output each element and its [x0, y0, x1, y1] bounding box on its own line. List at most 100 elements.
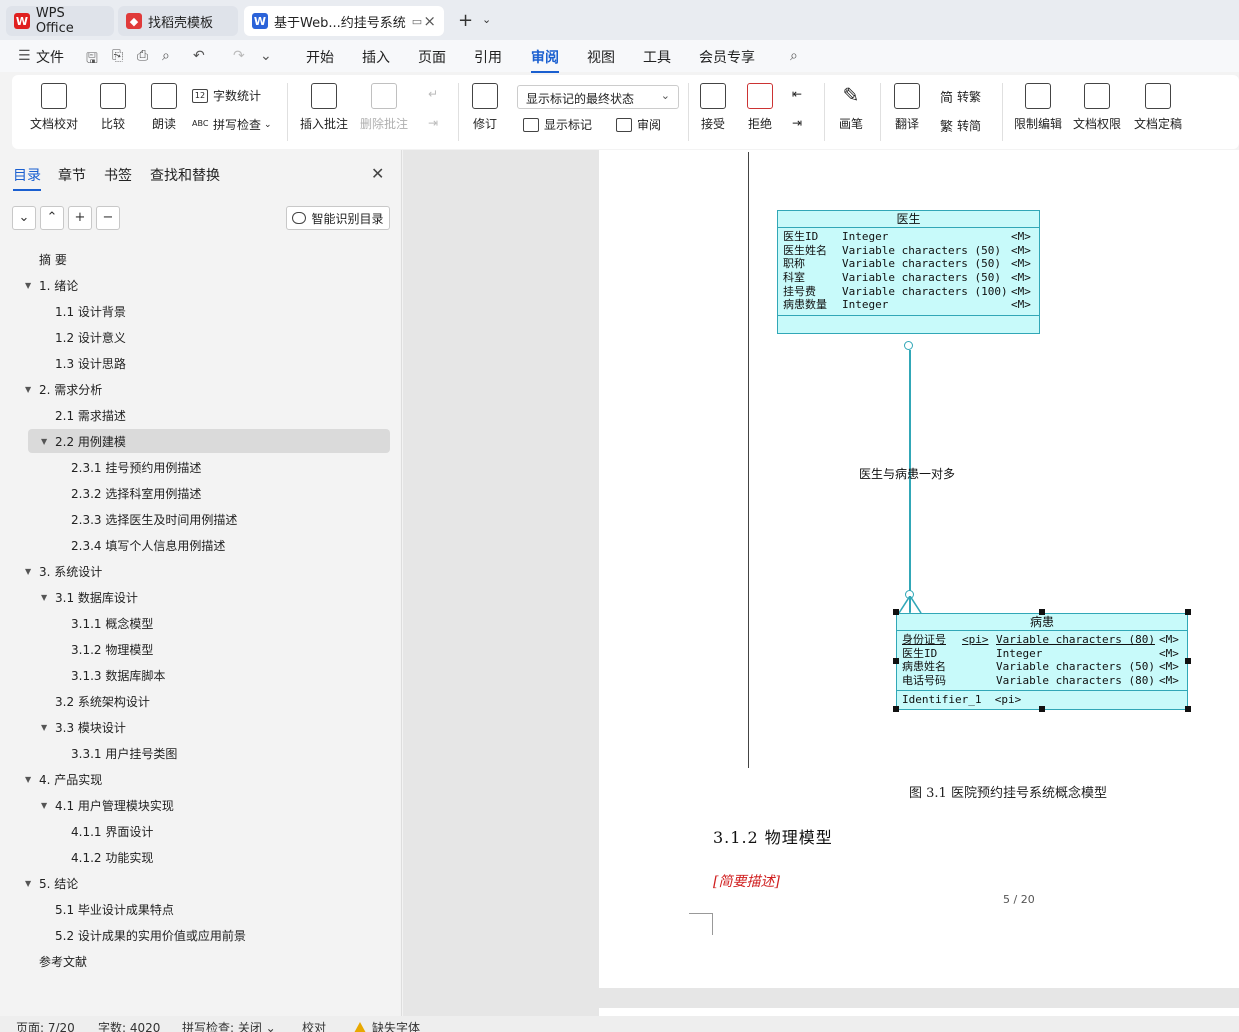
selection-handle[interactable]: [893, 658, 899, 664]
translate-button[interactable]: 翻译: [894, 83, 920, 132]
new-tab-icon[interactable]: +: [458, 10, 473, 31]
close-tab-icon[interactable]: ×: [423, 12, 436, 30]
reject-button[interactable]: 拒绝: [747, 83, 773, 132]
redo-icon[interactable]: ↷: [233, 48, 245, 64]
spell-check-button[interactable]: ABC 拼写检查 ⌄: [192, 116, 272, 133]
search-icon[interactable]: ⌕: [790, 48, 798, 64]
review-pane-button[interactable]: 审阅: [616, 116, 661, 133]
status-page[interactable]: 页面: 7/20: [16, 1019, 75, 1032]
menu-view[interactable]: 视图: [587, 47, 615, 67]
selection-handle[interactable]: [1185, 706, 1191, 712]
toc-item[interactable]: 1.2 设计意义: [28, 325, 390, 349]
chevron-down-icon[interactable]: ⌄: [482, 13, 491, 26]
close-icon[interactable]: ✕: [371, 164, 384, 183]
print-icon[interactable]: ⎙: [137, 48, 148, 64]
toc-item[interactable]: ▼ 3.1 数据库设计: [28, 585, 390, 609]
print-preview-icon[interactable]: ⌕: [162, 48, 170, 64]
toc-item[interactable]: 3.3.1 用户挂号类图: [28, 741, 390, 765]
menu-home[interactable]: 开始: [306, 47, 334, 67]
toc-item[interactable]: 1.1 设计背景: [28, 299, 390, 323]
toc-item[interactable]: 3.1.3 数据库脚本: [28, 663, 390, 687]
toc-item[interactable]: 1.3 设计思路: [28, 351, 390, 375]
selection-handle[interactable]: [1185, 609, 1191, 615]
toc-item[interactable]: 摘 要: [28, 247, 390, 271]
tab-wps-office[interactable]: W WPS Office: [6, 6, 114, 36]
selection-handle[interactable]: [1039, 706, 1045, 712]
nav-tab-bookmarks[interactable]: 书签: [104, 165, 132, 185]
save-icon[interactable]: 🖫: [86, 48, 98, 72]
toc-item[interactable]: ▼ 3.3 模块设计: [28, 715, 390, 739]
menu-insert[interactable]: 插入: [362, 47, 390, 67]
next-comment-icon[interactable]: ⇥: [428, 116, 438, 130]
expand-triangle-icon[interactable]: ▼: [41, 437, 47, 446]
toc-item[interactable]: 5.1 毕业设计成果特点: [28, 897, 390, 921]
more-chevron-icon[interactable]: ⌄: [260, 48, 272, 64]
toc-item[interactable]: 4.1.2 功能实现: [28, 845, 390, 869]
toc-item[interactable]: 2.3.1 挂号预约用例描述: [28, 455, 390, 479]
menu-file[interactable]: 文件: [36, 47, 64, 67]
expand-triangle-icon[interactable]: ▼: [25, 385, 31, 394]
menu-review[interactable]: 审阅: [531, 47, 559, 73]
toc-item[interactable]: 3.1.1 概念模型: [28, 611, 390, 635]
selection-handle[interactable]: [1039, 609, 1045, 615]
toc-item[interactable]: 4.1.1 界面设计: [28, 819, 390, 843]
toc-item[interactable]: 3.1.2 物理模型: [28, 637, 390, 661]
next-change-icon[interactable]: ⇥: [792, 116, 802, 130]
doc-finalize-button[interactable]: 文档定稿: [1134, 83, 1182, 132]
selection-handle[interactable]: [893, 609, 899, 615]
prev-comment-icon[interactable]: ↵: [428, 87, 438, 101]
hamburger-icon[interactable]: ☰: [18, 48, 31, 64]
prev-change-icon[interactable]: ⇤: [792, 87, 802, 101]
collapse-up-icon[interactable]: ⌃: [40, 206, 64, 230]
toc-item[interactable]: ▼ 2.2 用例建模: [28, 429, 390, 453]
to-simplified-button[interactable]: 繁 转简: [940, 116, 981, 135]
entity-patient[interactable]: 病患 身份证号 <pi> Variable characters (80) <M> 医生…: [896, 613, 1188, 710]
status-spell-check[interactable]: 拼写检查: 关闭 ⌄: [182, 1019, 276, 1032]
placeholder-text[interactable]: [简要描述]: [713, 871, 780, 891]
entity-doctor[interactable]: 医生 医生ID Integer <M> 医生姓名 Variable characters…: [777, 210, 1040, 334]
toc-item[interactable]: 2.1 需求描述: [28, 403, 390, 427]
collapse-down-icon[interactable]: ⌄: [12, 206, 36, 230]
toc-item[interactable]: 2.3.2 选择科室用例描述: [28, 481, 390, 505]
doc-permission-button[interactable]: 文档权限: [1073, 83, 1121, 132]
doc-check-button[interactable]: 文档校对: [30, 83, 78, 132]
nav-tab-sections[interactable]: 章节: [58, 165, 86, 185]
to-traditional-button[interactable]: 简 转繁: [940, 87, 981, 106]
accept-button[interactable]: 接受: [700, 83, 726, 132]
export-icon[interactable]: ⎘: [112, 48, 123, 64]
toc-item[interactable]: 5.2 设计成果的实用价值或应用前景: [28, 923, 390, 947]
menu-references[interactable]: 引用: [474, 47, 502, 67]
expand-triangle-icon[interactable]: ▼: [25, 879, 31, 888]
undo-icon[interactable]: ↶: [193, 48, 205, 64]
remove-heading-icon[interactable]: −: [96, 206, 120, 230]
smart-toc-button[interactable]: 智能识别目录: [286, 206, 390, 230]
status-word-count[interactable]: 字数: 4020: [98, 1019, 160, 1032]
toc-item[interactable]: ▼ 4. 产品实现: [25, 767, 390, 791]
track-changes-button[interactable]: 修订: [472, 83, 498, 132]
toc-item[interactable]: 3.2 系统架构设计: [28, 689, 390, 713]
expand-triangle-icon[interactable]: ▼: [41, 801, 47, 810]
expand-triangle-icon[interactable]: ▼: [41, 593, 47, 602]
selection-handle[interactable]: [893, 706, 899, 712]
toc-item[interactable]: 2.3.4 填写个人信息用例描述: [28, 533, 390, 557]
add-heading-icon[interactable]: +: [68, 206, 92, 230]
toc-item[interactable]: ▼ 4.1 用户管理模块实现: [28, 793, 390, 817]
expand-triangle-icon[interactable]: ▼: [25, 775, 31, 784]
tab-document[interactable]: W 基于Web...约挂号系统 ▭ ×: [244, 6, 444, 36]
restrict-edit-button[interactable]: 限制编辑: [1014, 83, 1062, 132]
insert-comment-button[interactable]: 插入批注: [300, 83, 348, 132]
nav-tab-find-replace[interactable]: 查找和替换: [150, 165, 220, 185]
markup-mode-select[interactable]: 显示标记的最终状态 ⌄: [517, 85, 679, 109]
toc-item[interactable]: ▼ 3. 系统设计: [25, 559, 390, 583]
menu-page[interactable]: 页面: [418, 47, 446, 67]
expand-triangle-icon[interactable]: ▼: [41, 723, 47, 732]
show-markup-button[interactable]: 显示标记: [523, 116, 592, 133]
status-missing-font[interactable]: 缺失字体: [354, 1019, 420, 1032]
pen-button[interactable]: ✎ 画笔: [838, 83, 864, 132]
read-aloud-button[interactable]: 朗读: [151, 83, 177, 132]
toc-item[interactable]: ▼ 5. 结论: [25, 871, 390, 895]
compare-button[interactable]: 比较: [100, 83, 126, 132]
selection-handle[interactable]: [1185, 658, 1191, 664]
tab-templates[interactable]: ◆ 找稻壳模板: [118, 6, 238, 36]
toc-item[interactable]: 参考文献: [28, 949, 390, 973]
